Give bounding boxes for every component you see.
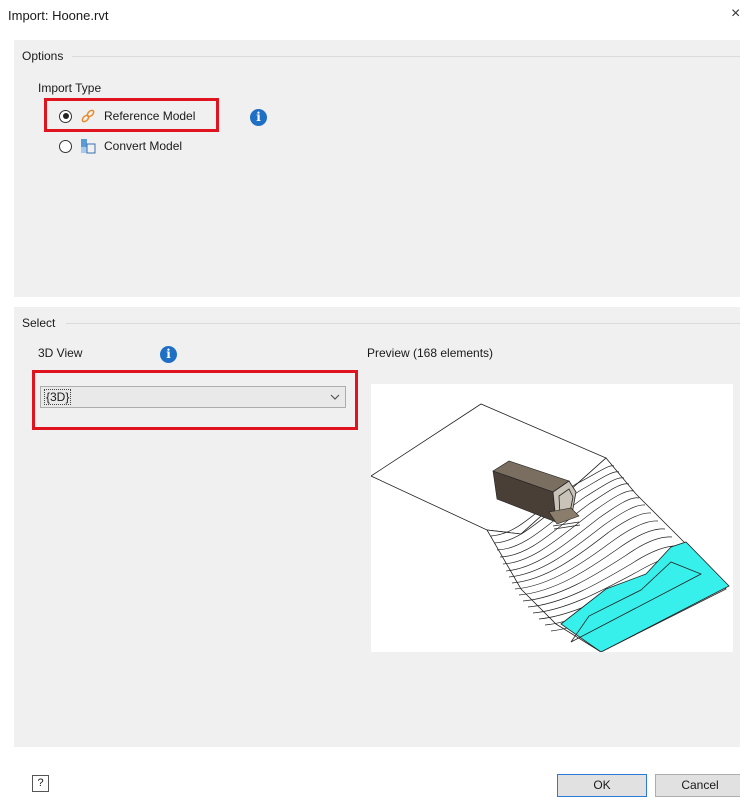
convert-model-label: Convert Model bbox=[104, 139, 183, 153]
import-type-label: Import Type bbox=[38, 81, 102, 95]
select-section-label: Select bbox=[22, 316, 56, 330]
cancel-button[interactable]: Cancel bbox=[655, 774, 740, 797]
help-button[interactable]: ? bbox=[32, 775, 49, 792]
preview-pane bbox=[370, 384, 733, 653]
convert-model-radio[interactable] bbox=[59, 139, 72, 153]
close-button[interactable]: × bbox=[731, 5, 740, 23]
ok-button[interactable]: OK bbox=[557, 774, 647, 797]
options-divider bbox=[72, 56, 740, 57]
select-divider bbox=[66, 323, 740, 324]
model-preview-image bbox=[370, 403, 730, 653]
convert-model-option[interactable]: Convert Model bbox=[59, 137, 182, 155]
reference-model-highlight bbox=[44, 98, 219, 132]
title-bar: Import: Hoone.rvt × bbox=[0, 0, 740, 30]
dialog-title: Import: Hoone.rvt bbox=[8, 8, 109, 23]
3d-view-info-icon[interactable]: i bbox=[160, 346, 177, 363]
preview-label: Preview (168 elements) bbox=[367, 346, 494, 360]
3d-view-highlight bbox=[32, 370, 358, 430]
import-type-info-icon[interactable]: i bbox=[250, 109, 267, 126]
3d-view-label: 3D View bbox=[38, 346, 83, 360]
options-section: Options bbox=[14, 40, 740, 297]
options-section-label: Options bbox=[22, 49, 64, 63]
convert-model-icon bbox=[81, 139, 96, 154]
